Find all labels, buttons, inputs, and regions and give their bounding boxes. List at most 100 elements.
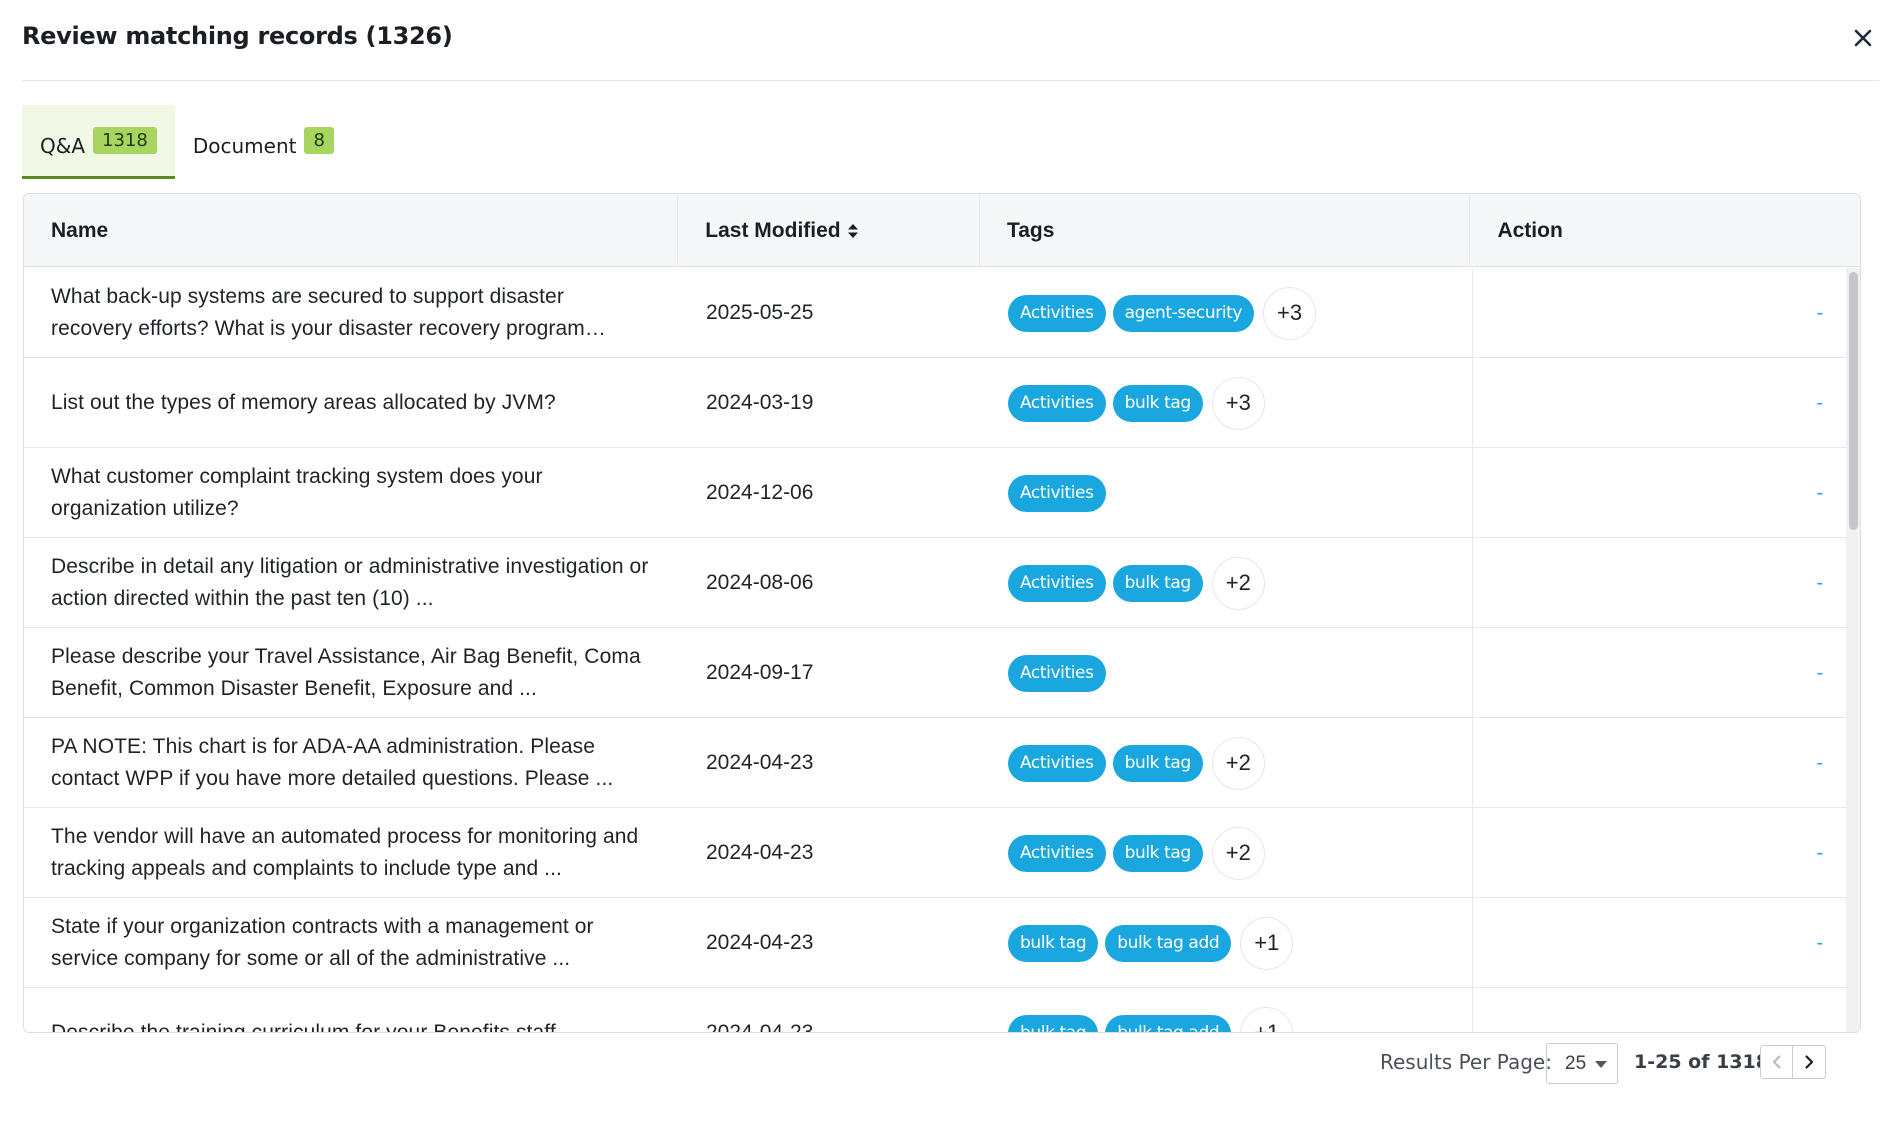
cell-tags: Activities bulk tag +2 — [981, 808, 1472, 898]
cell-action: - — [1472, 358, 1848, 448]
more-tags-badge[interactable]: +2 — [1211, 556, 1265, 610]
record-name: Describe the training curriculum for you… — [51, 1021, 574, 1033]
tag-chip: bulk tag — [1112, 744, 1203, 782]
tab-label: Q&A — [40, 134, 86, 158]
tag-chip: bulk tag — [1112, 384, 1203, 422]
row-action-link[interactable]: - — [1816, 302, 1823, 325]
cell-action: - — [1472, 538, 1848, 628]
record-name: What customer complaint tracking system … — [51, 465, 543, 520]
tag-list: Activities bulk tag +3 — [1008, 376, 1265, 430]
sort-icon[interactable] — [847, 222, 859, 240]
row-action-link[interactable]: - — [1816, 1022, 1823, 1033]
tag-chip: Activities — [1008, 654, 1106, 692]
cell-last-modified: 2024-08-06 — [706, 571, 814, 594]
chevron-left-icon — [1772, 1055, 1780, 1069]
table-row[interactable]: Describe the training curriculum for you… — [24, 988, 1848, 1033]
tag-chip: Activities — [1008, 294, 1106, 332]
record-name: What back-up systems are secured to supp… — [51, 285, 607, 340]
tag-list: bulk tag bulk tag add +1 — [1008, 916, 1294, 970]
scrollbar-thumb[interactable] — [1849, 272, 1858, 530]
table-row[interactable]: PA NOTE: This chart is for ADA-AA admini… — [24, 718, 1848, 808]
cell-tags: Activities agent-security +3 — [981, 268, 1472, 358]
row-action-link[interactable]: - — [1816, 932, 1823, 955]
cell-action: - — [1472, 628, 1848, 718]
cell-action: - — [1472, 808, 1848, 898]
more-tags-badge[interactable]: +2 — [1211, 826, 1265, 880]
cell-last-modified: 2025-05-25 — [706, 301, 814, 324]
tab-document[interactable]: Document 8 — [175, 105, 352, 179]
more-tags-badge[interactable]: +1 — [1240, 1006, 1294, 1032]
row-action-link[interactable]: - — [1816, 392, 1823, 415]
row-action-link[interactable]: - — [1816, 752, 1823, 775]
tab-count-badge: 8 — [304, 126, 334, 154]
cell-name: State if your organization contracts wit… — [24, 898, 679, 988]
cell-tags: Activities bulk tag +2 — [981, 718, 1472, 808]
table-body: What back-up systems are secured to supp… — [24, 268, 1848, 1033]
tab-qa[interactable]: Q&A 1318 — [22, 105, 175, 179]
column-header-label: Last Modified — [705, 218, 841, 242]
tag-list: Activities — [1008, 654, 1106, 692]
cell-name: What back-up systems are secured to supp… — [24, 268, 679, 358]
records-table: Name Last Modified Tags Action What back… — [23, 193, 1861, 1033]
cell-last-modified: 2024-03-19 — [706, 391, 814, 414]
cell-name: What customer complaint tracking system … — [24, 448, 679, 538]
tag-chip: Activities — [1008, 834, 1106, 872]
previous-page-button[interactable] — [1760, 1045, 1793, 1079]
table-row[interactable]: State if your organization contracts wit… — [24, 898, 1848, 988]
tag-chip: bulk tag — [1112, 564, 1203, 602]
more-tags-badge[interactable]: +3 — [1263, 286, 1317, 340]
column-header-action: Action — [1497, 218, 1563, 242]
close-icon — [1854, 29, 1872, 47]
tag-chip: bulk tag add — [1105, 924, 1232, 962]
pagination-footer: Results Per Page: 25 1-25 of 1318 — [0, 1042, 1892, 1086]
results-per-page-select[interactable]: 25 — [1546, 1043, 1618, 1084]
more-tags-badge[interactable]: +1 — [1240, 916, 1294, 970]
tab-label: Document — [192, 134, 297, 158]
close-button[interactable] — [1847, 22, 1879, 54]
cell-name: Describe the training curriculum for you… — [24, 988, 679, 1033]
cell-name: The vendor will have an automated proces… — [24, 808, 679, 898]
cell-action: - — [1472, 718, 1848, 808]
table-row[interactable]: Please describe your Travel Assistance, … — [24, 628, 1848, 718]
record-name: State if your organization contracts wit… — [51, 915, 594, 970]
cell-name: Please describe your Travel Assistance, … — [24, 628, 679, 718]
table-row[interactable]: The vendor will have an automated proces… — [24, 808, 1848, 898]
tag-chip: bulk tag — [1008, 1014, 1099, 1032]
table-row[interactable]: What customer complaint tracking system … — [24, 448, 1848, 538]
column-header-last-modified[interactable]: Last Modified — [678, 194, 980, 267]
cell-last-modified: 2024-04-23 — [706, 1021, 814, 1033]
tag-chip: bulk tag — [1112, 834, 1203, 872]
cell-last-modified: 2024-04-23 — [706, 931, 814, 954]
table-row[interactable]: What back-up systems are secured to supp… — [24, 268, 1848, 358]
row-action-link[interactable]: - — [1816, 572, 1823, 595]
column-header-name: Name — [24, 194, 679, 267]
tag-chip: bulk tag add — [1105, 1014, 1232, 1032]
record-name: List out the types of memory areas alloc… — [51, 391, 556, 414]
cell-action: - — [1472, 898, 1848, 988]
tag-chip: Activities — [1008, 474, 1106, 512]
next-page-button[interactable] — [1793, 1045, 1826, 1079]
row-action-link[interactable]: - — [1816, 842, 1823, 865]
record-name: The vendor will have an automated proces… — [51, 825, 639, 880]
tag-chip: Activities — [1008, 744, 1106, 782]
more-tags-badge[interactable]: +3 — [1211, 376, 1265, 430]
chevron-right-icon — [1805, 1055, 1814, 1069]
record-type-tabs: Q&A 1318 Document 8 — [22, 105, 352, 179]
row-action-link[interactable]: - — [1816, 482, 1823, 505]
more-tags-badge[interactable]: +2 — [1211, 736, 1265, 790]
table-row[interactable]: Describe in detail any litigation or adm… — [24, 538, 1848, 628]
cell-name: Describe in detail any litigation or adm… — [24, 538, 679, 628]
tag-chip: Activities — [1008, 384, 1106, 422]
table-scrollbar[interactable] — [1846, 268, 1860, 1032]
row-action-link[interactable]: - — [1816, 662, 1823, 685]
cell-last-modified: 2024-04-23 — [706, 841, 814, 864]
cell-last-modified: 2024-09-17 — [706, 661, 814, 684]
cell-tags: Activities — [981, 448, 1472, 538]
tab-count-badge: 1318 — [93, 126, 157, 154]
table-header: Name Last Modified Tags Action — [24, 194, 1860, 267]
table-row[interactable]: List out the types of memory areas alloc… — [24, 358, 1848, 448]
cell-name: PA NOTE: This chart is for ADA-AA admini… — [24, 718, 679, 808]
tag-list: Activities bulk tag +2 — [1008, 736, 1265, 790]
results-per-page-value: 25 — [1565, 1052, 1587, 1074]
tag-list: Activities bulk tag +2 — [1008, 826, 1265, 880]
